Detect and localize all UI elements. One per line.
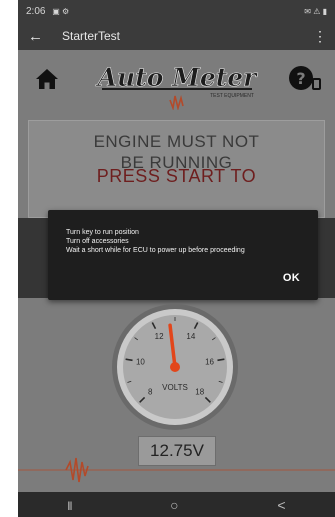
dialog-line-2: Turn off accessories — [66, 238, 129, 245]
gauge-tick-label: 16 — [205, 358, 214, 367]
instruction-dialog: Turn key to run position Turn off access… — [48, 210, 318, 300]
home-nav-icon[interactable]: ○ — [170, 497, 178, 513]
gauge-tick-label: 8 — [148, 388, 153, 397]
dialog-line-1: Turn key to run position — [66, 229, 139, 236]
gauge-tick — [125, 358, 133, 362]
system-nav-bar: ||| ○ < — [18, 492, 335, 517]
back-arrow-icon[interactable]: ← — [28, 28, 50, 45]
phone-screen: 2:06 ▣ ⚙ ✉ ⚠ ▮ ← StarterTest ⋮ Auto Mete… — [18, 0, 335, 517]
press-start-text: PRESS START TO — [96, 166, 257, 186]
home-icon[interactable] — [34, 66, 60, 92]
svg-text:?: ? — [296, 69, 305, 88]
overflow-menu-icon[interactable]: ⋮ — [313, 28, 327, 45]
gauge-tick — [217, 358, 225, 362]
status-bar: 2:06 ▣ ⚙ ✉ ⚠ ▮ — [18, 0, 335, 22]
brand-header: Auto Meter TEST EQUIPMENT ? — [18, 54, 335, 114]
status-left: 2:06 ▣ ⚙ — [26, 6, 69, 17]
gauge-tick-label: 18 — [195, 388, 204, 397]
recent-apps-icon[interactable]: ||| — [67, 500, 72, 510]
needle-hub — [170, 362, 180, 372]
ok-button[interactable]: OK — [283, 272, 300, 284]
dialog-line-3: Wait a short while for ECU to power up b… — [66, 247, 245, 254]
logo-subtext: TEST EQUIPMENT — [210, 93, 254, 99]
gauge-tick-label: 12 — [155, 332, 164, 341]
gauge-tick-label: 14 — [186, 332, 195, 341]
logo-text: Auto Meter — [96, 63, 259, 92]
status-right-icons: ✉ ⚠ ▮ — [304, 6, 327, 16]
voltmeter-gauge: 8 10 12 14 16 18 VOLTS — [112, 304, 238, 430]
dialog-message: Turn key to run position Turn off access… — [66, 228, 245, 255]
status-time: 2:06 — [26, 5, 46, 17]
status-left-icons: ▣ ⚙ — [52, 6, 70, 16]
footer-waveform-line — [18, 457, 335, 483]
gauge-unit-label: VOLTS — [162, 383, 188, 392]
app-title: StarterTest — [62, 29, 121, 43]
gauge-tick-label: 10 — [136, 358, 145, 367]
app-bar: ← StarterTest ⋮ — [18, 22, 335, 50]
warning-line-1: ENGINE MUST NOT — [93, 132, 260, 151]
auto-meter-logo: Auto Meter TEST EQUIPMENT — [95, 63, 259, 110]
back-nav-icon[interactable]: < — [277, 497, 285, 513]
help-icon[interactable]: ? — [288, 64, 322, 94]
